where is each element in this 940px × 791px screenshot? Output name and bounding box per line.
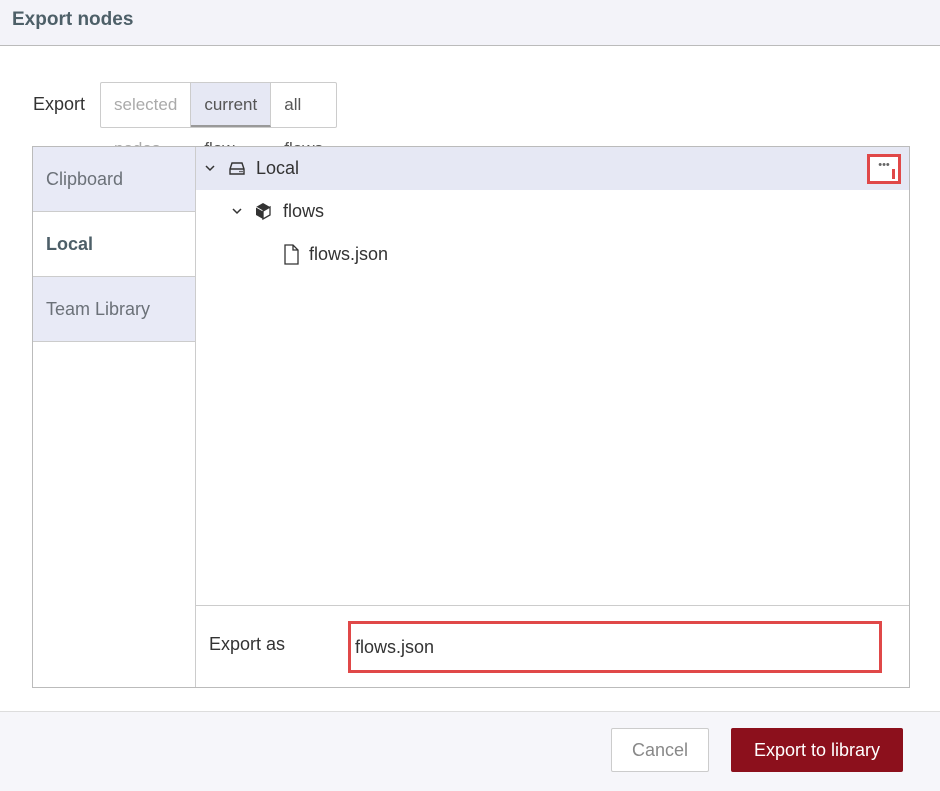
tree-row-flows-json[interactable]: flows.json: [196, 233, 909, 276]
dialog-titlebar: Export nodes: [0, 0, 940, 46]
option-current-flow[interactable]: current flow: [191, 83, 272, 158]
tree-label-flows-json: flows.json: [309, 244, 389, 264]
dialog-footer: Cancel Export to library: [0, 711, 940, 791]
option-all-flows[interactable]: all flows: [271, 83, 336, 158]
dialog-title: Export nodes: [12, 9, 134, 30]
export-to-library-button[interactable]: Export to library: [731, 728, 903, 772]
library-tree: Local ••• flows flows.json: [196, 147, 909, 605]
sidebar-tab-local[interactable]: Local: [33, 212, 195, 277]
sidebar-tab-team-library[interactable]: Team Library: [33, 277, 195, 342]
library-sidebar: Clipboard Local Team Library: [33, 147, 196, 687]
tree-row-flows-folder[interactable]: flows: [196, 190, 909, 233]
cancel-button[interactable]: Cancel: [611, 728, 709, 772]
highlight-marker: [892, 169, 895, 179]
tree-label-local: Local: [256, 158, 300, 178]
more-options-button[interactable]: •••: [867, 154, 901, 184]
export-scope-selector: selected nodes current flow all flows: [100, 82, 337, 158]
export-as-label: Export as: [209, 634, 286, 654]
option-selected-nodes[interactable]: selected nodes: [101, 83, 192, 158]
export-scope-label: Export: [33, 94, 86, 114]
library-panel: Clipboard Local Team Library Local ••• f…: [32, 146, 910, 688]
sidebar-tab-clipboard[interactable]: Clipboard: [33, 147, 195, 212]
file-icon: [282, 233, 300, 292]
ellipsis-icon: •••: [878, 159, 890, 171]
export-as-row: Export as: [196, 605, 909, 687]
export-filename-input[interactable]: [348, 621, 882, 673]
tree-label-flows: flows: [283, 201, 325, 221]
tree-row-local[interactable]: Local •••: [196, 147, 909, 190]
